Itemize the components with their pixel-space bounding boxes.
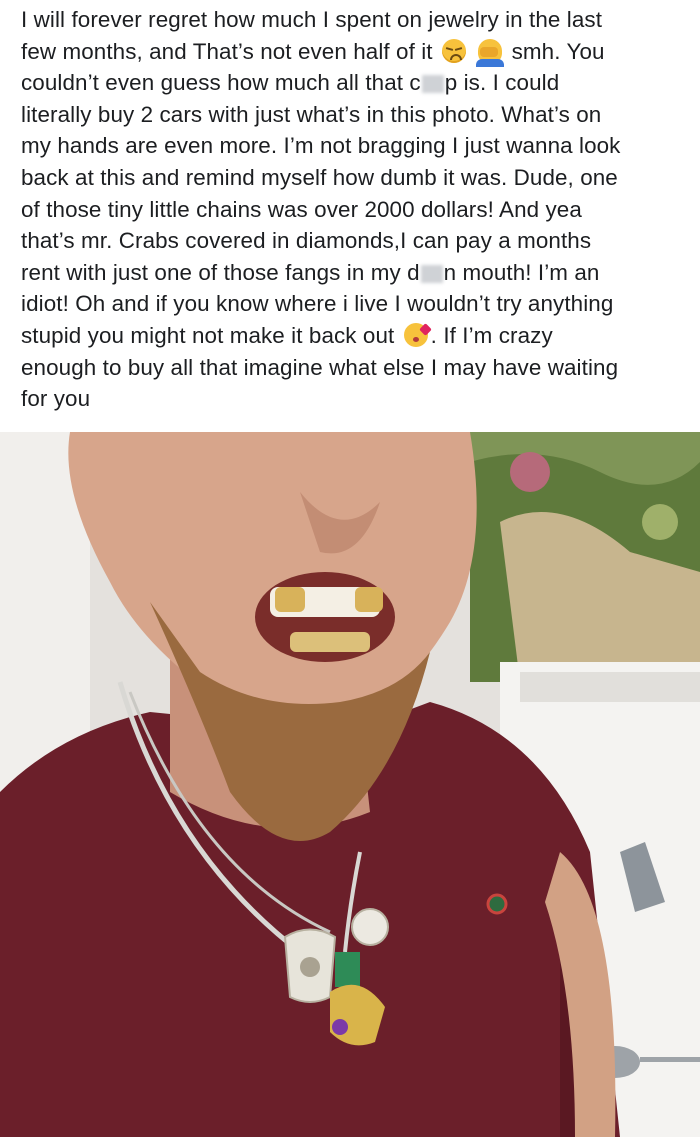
selfie-illustration [0,432,700,1137]
lower-grill [290,632,370,652]
caption-text: p is. I could [444,70,560,96]
caption-line: I will forever regret how much I spent o… [21,7,603,32]
caption-text: stupid you might not make it back out [21,322,395,348]
shirt-logo [486,893,508,915]
caption-line: enough to buy all that imagine what else… [21,354,619,380]
spoon-handle [640,1057,700,1062]
caption-line: stupid you might not make it back out . … [21,320,686,352]
caption-line: rent with just one of those fangs in my … [21,257,686,289]
kiss-face-icon [403,322,432,347]
caption-line: idiot! Oh and if you know where i live I… [21,291,614,317]
censor-blur [420,264,443,283]
caption-text: few months, and That’s not even half of … [21,38,433,64]
green-charm [335,952,360,987]
caption-line: back at this and remind myself how dumb … [21,164,618,190]
caption-text: . If I’m crazy [430,322,553,348]
skull-face [300,957,320,977]
caption-line: couldn’t even guess how much all that c p… [21,67,686,99]
caption-text: couldn’t even guess how much all that c [21,70,421,96]
mural-bush [642,504,678,540]
caption-line: of those tiny little chains was over 200… [21,196,582,222]
post-caption: I will forever regret how much I spent o… [21,4,686,415]
disappointed-face-icon [441,38,466,63]
facebook-post: I will forever regret how much I spent o… [0,0,700,1137]
caption-line: literally buy 2 cars with just what’s in… [21,101,602,127]
gold-grill-right [355,587,383,612]
caption-line: that’s mr. Crabs covered in diamonds,I c… [21,228,592,254]
caption-text: rent with just one of those fangs in my … [21,259,420,285]
post-photo[interactable] [0,432,700,1137]
caption-text: smh. You [511,38,605,64]
caption-text: n mouth! I’m an [443,259,600,285]
caption-line: for you [21,386,91,412]
skull-charm [351,908,389,946]
censor-blur [421,75,444,94]
mural-flowers [510,452,550,492]
gold-grill-left [275,587,305,612]
caption-line: few months, and That’s not even half of … [21,36,686,68]
caption-line: my hands are even more. I’m not bragging… [21,133,621,159]
facepalm-icon [476,38,505,67]
tile-row [520,672,700,702]
crab-gem [332,1019,348,1035]
